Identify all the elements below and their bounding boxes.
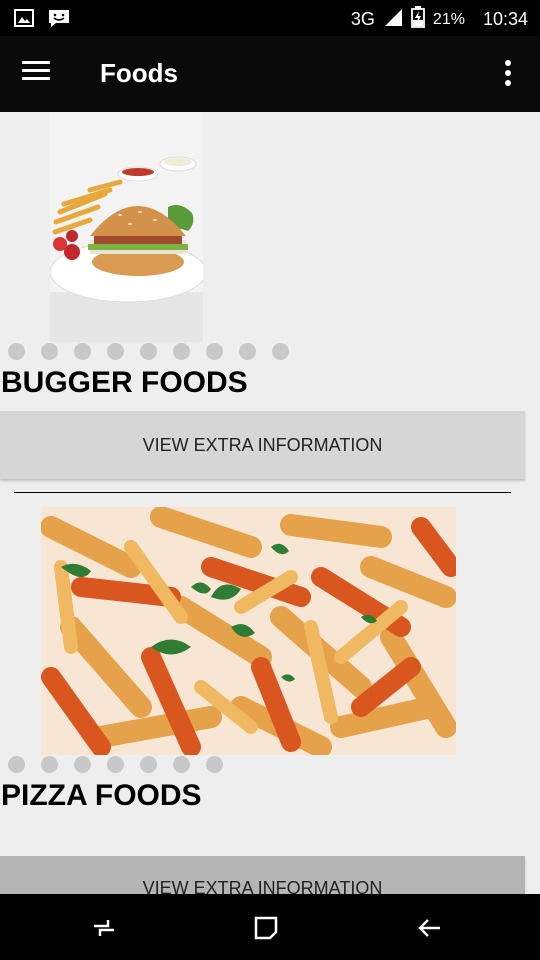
overflow-menu-icon[interactable] xyxy=(504,60,520,88)
carousel-dots xyxy=(8,756,223,773)
divider xyxy=(14,492,511,493)
network-type: 3G xyxy=(350,9,375,29)
carousel-dot[interactable] xyxy=(140,343,157,360)
view-extra-info-button[interactable]: VIEW EXTRA INFORMATION xyxy=(0,411,525,479)
image-icon xyxy=(14,8,34,33)
burger-photo[interactable] xyxy=(49,112,207,342)
home-icon[interactable] xyxy=(252,914,280,942)
food-list: BUGGER FOODS VIEW EXTRA INFORMATION PIZZ… xyxy=(0,112,540,894)
app-bar: Foods xyxy=(0,36,540,112)
carousel-dot[interactable] xyxy=(41,343,58,360)
carousel-dot[interactable] xyxy=(107,343,124,360)
page-title: Foods xyxy=(100,58,178,88)
carousel-dot[interactable] xyxy=(206,343,223,360)
battery-charging-icon xyxy=(411,6,425,33)
carousel-dot[interactable] xyxy=(8,756,25,773)
recent-apps-icon[interactable] xyxy=(90,914,118,942)
hamburger-menu-icon[interactable] xyxy=(22,60,54,88)
clock: 10:34 xyxy=(482,9,528,29)
carousel-dots xyxy=(8,343,289,360)
carousel-dot[interactable] xyxy=(74,343,91,360)
carousel-dot[interactable] xyxy=(272,343,289,360)
carousel-dot[interactable] xyxy=(173,756,190,773)
view-extra-info-button[interactable]: VIEW EXTRA INFORMATION xyxy=(0,856,525,894)
carousel-dot[interactable] xyxy=(140,756,157,773)
carousel-dot[interactable] xyxy=(206,756,223,773)
carousel-dot[interactable] xyxy=(41,756,58,773)
back-icon[interactable] xyxy=(416,914,444,942)
carousel-dot[interactable] xyxy=(107,756,124,773)
penne-pasta-photo[interactable] xyxy=(40,506,461,758)
system-nav-bar xyxy=(0,894,540,960)
food-title: PIZZA FOODS xyxy=(1,779,202,812)
carousel-dot[interactable] xyxy=(173,343,190,360)
signal-icon xyxy=(383,7,403,32)
food-title: BUGGER FOODS xyxy=(1,366,248,399)
carousel-dot[interactable] xyxy=(8,343,25,360)
battery-percent: 21% xyxy=(432,10,465,28)
messenger-icon xyxy=(48,8,70,33)
carousel-dot[interactable] xyxy=(239,343,256,360)
carousel-dot[interactable] xyxy=(74,756,91,773)
status-bar: 3G 21% 10:34 xyxy=(0,0,540,36)
